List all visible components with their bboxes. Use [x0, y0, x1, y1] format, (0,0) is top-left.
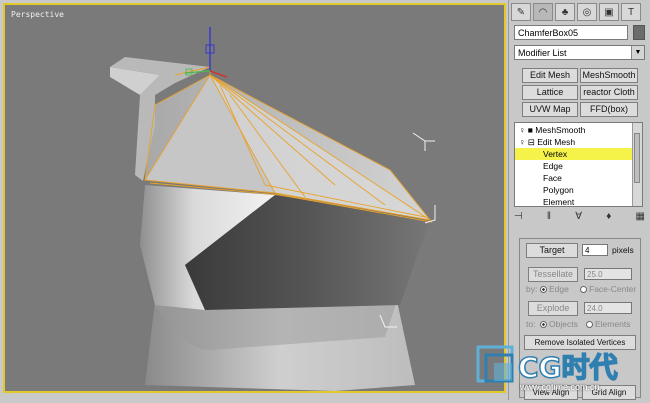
modifier-stack[interactable]: ♀ ■ MeshSmooth ♀ ⊟ Edit Mesh Vertex Edge… [514, 122, 643, 207]
object-color-swatch[interactable] [633, 25, 645, 40]
stack-item-polygon[interactable]: Polygon [515, 184, 642, 196]
object-name-field[interactable]: ChamferBox05 [514, 25, 628, 40]
command-panel: ✎ ◠ ♣ ◎ ▣ T ChamferBox05 Modifier List ▼… [508, 0, 650, 400]
edge-radio[interactable]: Edge [540, 284, 569, 294]
elements-radio[interactable]: Elements [586, 319, 630, 329]
lightbulb-icon[interactable]: ♀ [519, 137, 525, 147]
modify-icon[interactable]: ◠ [533, 3, 553, 21]
motion-icon[interactable]: ◎ [577, 3, 597, 21]
uvw-map-button[interactable]: UVW Map [522, 102, 578, 117]
stack-item-vertex[interactable]: Vertex [515, 148, 642, 160]
panel-tabs: ✎ ◠ ♣ ◎ ▣ T [511, 3, 647, 23]
remove-modifier-icon[interactable]: ♦ [606, 211, 611, 225]
ffd-box-button[interactable]: FFD(box) [580, 102, 638, 117]
explode-button[interactable]: Explode [528, 301, 578, 316]
show-end-result-icon[interactable]: ‖ [547, 211, 551, 225]
watermark-url: www.cgtime.com.cn [520, 382, 600, 392]
by-label: by: [526, 284, 538, 294]
stack-item-edit-mesh[interactable]: ♀ ⊟ Edit Mesh [515, 136, 637, 148]
tessellate-tension-spinner[interactable]: 25.0 [584, 268, 632, 280]
radio-icon [586, 321, 593, 329]
perspective-viewport[interactable]: Perspective [3, 3, 506, 393]
mesh-render [110, 27, 436, 391]
create-icon[interactable]: ✎ [511, 3, 531, 21]
pin-stack-icon[interactable]: ⊣ [514, 211, 523, 225]
stack-item-face[interactable]: Face [515, 172, 642, 184]
scrollbar-thumb[interactable] [634, 133, 640, 183]
modifier-list-dropdown[interactable]: Modifier List ▼ [514, 45, 645, 60]
expand-icon[interactable]: ■ [528, 125, 533, 135]
radio-icon [540, 321, 547, 329]
edit-mesh-button[interactable]: Edit Mesh [522, 68, 578, 83]
radio-icon [540, 286, 547, 294]
reactor-cloth-button[interactable]: reactor Cloth [580, 85, 638, 100]
stack-scrollbar[interactable] [632, 123, 642, 206]
tessellate-button[interactable]: Tessellate [528, 267, 578, 282]
viewport-label[interactable]: Perspective [11, 10, 64, 19]
meshsmooth-button[interactable]: MeshSmooth [580, 68, 638, 83]
target-button[interactable]: Target [526, 243, 578, 258]
pixels-label: pixels [612, 245, 634, 255]
watermark-brand: CG时代 [517, 350, 618, 385]
modifier-list-label: Modifier List [518, 48, 567, 58]
watermark: CG时代 www.cgtime.com.cn [474, 344, 646, 398]
configure-sets-icon[interactable]: ▦ [636, 211, 645, 225]
display-icon[interactable]: ▣ [599, 3, 619, 21]
stack-item-element[interactable]: Element [515, 196, 642, 206]
to-label: to: [526, 319, 536, 329]
lightbulb-icon[interactable]: ♀ [519, 125, 525, 135]
chevron-down-icon: ▼ [631, 46, 644, 59]
explode-angle-spinner[interactable]: 24.0 [584, 302, 632, 314]
stack-item-edge[interactable]: Edge [515, 160, 642, 172]
max-ui: Perspective ✎ ◠ ♣ ◎ ▣ T ChamferBox05 Mod… [0, 0, 650, 400]
radio-icon [580, 286, 587, 294]
lattice-button[interactable]: Lattice [522, 85, 578, 100]
stack-item-meshsmooth[interactable]: ♀ ■ MeshSmooth [515, 124, 637, 136]
collapse-icon[interactable]: ⊟ [528, 137, 535, 147]
objects-radio[interactable]: Objects [540, 319, 578, 329]
utilities-icon[interactable]: T [621, 3, 641, 21]
hierarchy-icon[interactable]: ♣ [555, 3, 575, 21]
target-pixels-spinner[interactable]: 4 [582, 244, 608, 256]
make-unique-icon[interactable]: ∀ [575, 211, 582, 225]
stack-toolbar: ⊣ ‖ ∀ ♦ ▦ [514, 211, 645, 225]
face-center-radio[interactable]: Face-Center [580, 284, 636, 294]
